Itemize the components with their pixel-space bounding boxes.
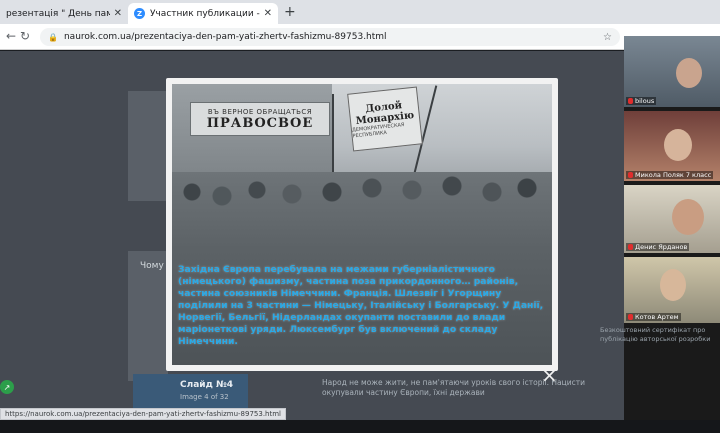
close-lightbox-button[interactable]: × [541, 365, 558, 385]
reload-icon[interactable]: ↻ [20, 29, 30, 43]
sign-text: ПРАВОСВОЕ [206, 115, 314, 131]
share-icon[interactable]: ↗ [0, 380, 14, 394]
lock-icon: 🔒 [48, 32, 58, 42]
tab-presentation[interactable]: резентація " День пам'яті жер ✕ [0, 3, 128, 24]
participant-name: Котов Артем [626, 313, 681, 321]
zoom-icon: Z [134, 8, 145, 19]
muted-mic-icon [628, 244, 633, 250]
status-url: https://naurok.com.ua/prezentaciya-den-p… [5, 410, 281, 418]
content-card [128, 91, 168, 201]
participant-video[interactable]: bilous [624, 36, 720, 109]
close-icon[interactable]: ✕ [264, 8, 272, 19]
muted-mic-icon [628, 172, 633, 178]
slide-counter: Image 4 of 32 [180, 393, 229, 401]
status-bar: https://naurok.com.ua/prezentaciya-den-p… [0, 408, 286, 420]
muted-mic-icon [628, 314, 633, 320]
page-paragraph: Народ не може жити, не пам'ятаючи уроків… [322, 378, 585, 397]
shop-sign: ВЪ ВЕРНОЕ ОБРАЩАТЬСЯ ПРАВОСВОЕ [190, 102, 330, 136]
image-lightbox: ВЪ ВЕРНОЕ ОБРАЩАТЬСЯ ПРАВОСВОЕ Долой Мон… [166, 78, 558, 371]
close-icon[interactable]: ✕ [114, 8, 122, 19]
tab-zoom[interactable]: Z Участник публикации - Zoom ✕ [128, 3, 278, 24]
slide-title: Слайд №4 [180, 380, 234, 390]
screen-bezel [0, 420, 720, 433]
participant-face [664, 129, 692, 161]
participant-face [672, 199, 704, 235]
tab-strip: резентація " День пам'яті жер ✕ Z Участн… [0, 0, 720, 24]
sign-small-text: ВЪ ВЕРНОЕ ОБРАЩАТЬСЯ [207, 107, 313, 116]
participant-video[interactable]: Микола Поляк 7 класс [624, 111, 720, 183]
tab-title: резентація " День пам'яті жер [6, 8, 110, 19]
back-icon[interactable]: ← [6, 29, 16, 43]
new-tab-button[interactable]: + [284, 4, 296, 20]
slide-caption: Західна Європа перебувала на межами губе… [178, 264, 544, 347]
bookmark-star-icon[interactable]: ☆ [603, 32, 612, 43]
participant-video[interactable]: Денис Ярданов [624, 185, 720, 255]
protest-banner: Долой Монархію ДЕМОКРАТИЧЕСКАЯ РЕСПУБЛИК… [347, 86, 423, 152]
participant-name: Денис Ярданов [626, 243, 690, 251]
browser-toolbar: ← ↻ 🔒 naurok.com.ua/prezentaciya-den-pam… [0, 24, 720, 50]
muted-mic-icon [628, 98, 633, 104]
address-bar[interactable]: 🔒 naurok.com.ua/prezentaciya-den-pam-yat… [40, 28, 620, 46]
participant-name: bilous [626, 97, 657, 105]
historical-photo: ВЪ ВЕРНОЕ ОБРАЩАТЬСЯ ПРАВОСВОЕ Долой Мон… [172, 84, 552, 365]
tab-title: Участник публикации - Zoom [150, 8, 260, 19]
participant-name: Микола Поляк 7 класс [626, 171, 714, 179]
participant-face [660, 269, 686, 301]
zoom-participants-panel: bilous Микола Поляк 7 класс Денис Ярдано… [624, 36, 720, 433]
participant-face [676, 58, 702, 88]
participant-video[interactable]: Котов Артем [624, 257, 720, 325]
url-text: naurok.com.ua/prezentaciya-den-pam-yati-… [63, 32, 387, 42]
certificate-note: Безкоштовний сертифікат про публікацію а… [600, 326, 711, 343]
